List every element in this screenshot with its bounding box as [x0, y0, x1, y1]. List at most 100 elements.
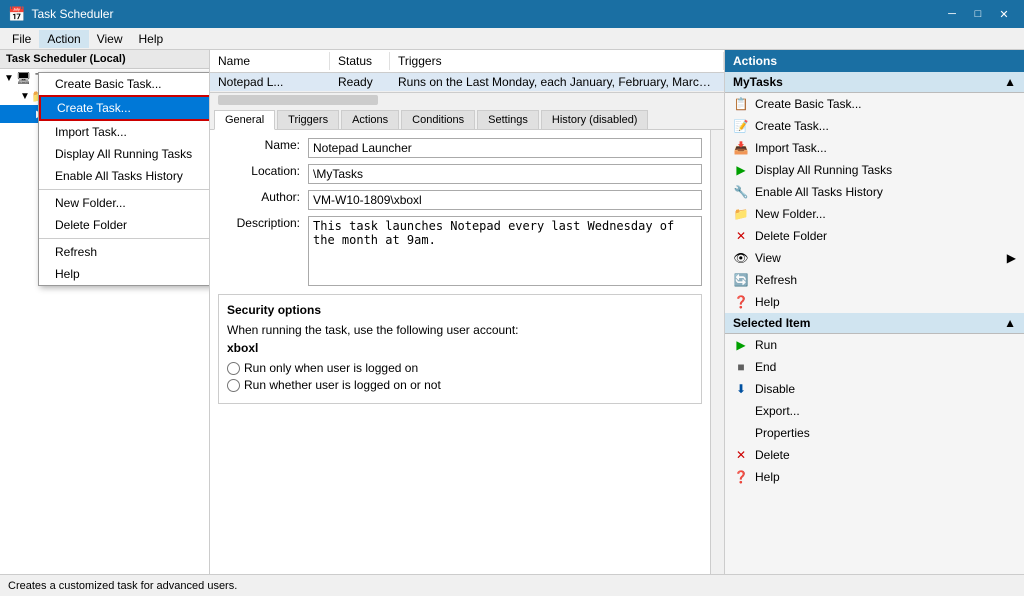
help-mytasks-icon: ❓ — [733, 294, 749, 310]
run-icon: ▶ — [733, 337, 749, 353]
title-bar-left: 📅 Task Scheduler — [8, 6, 113, 23]
collapse-icon[interactable]: ▲ — [1004, 75, 1016, 89]
action-disable[interactable]: ⬇ Disable — [725, 378, 1024, 400]
import-task-icon: 📥 — [733, 140, 749, 156]
actions-section-mytasks: MyTasks ▲ — [725, 72, 1024, 93]
tabs-bar: General Triggers Actions Conditions Sett… — [210, 106, 724, 130]
computer-icon: 🖥 — [16, 71, 31, 85]
action-create-task-label: Create Task... — [755, 119, 829, 133]
menu-action[interactable]: Action — [39, 30, 88, 48]
menu-import-task[interactable]: Import Task... — [39, 121, 210, 143]
radio-logged-on[interactable]: Run only when user is logged on — [227, 361, 693, 375]
action-delete-folder[interactable]: ✕ Delete Folder — [725, 225, 1024, 247]
author-input[interactable] — [308, 190, 702, 210]
tree-header-label: Task Scheduler (Local) — [6, 53, 126, 65]
tab-settings[interactable]: Settings — [477, 110, 539, 129]
menu-enable-history[interactable]: Enable All Tasks History — [39, 165, 210, 187]
action-help-mytasks[interactable]: ❓ Help — [725, 291, 1024, 313]
tab-history[interactable]: History (disabled) — [541, 110, 649, 129]
menu-file[interactable]: File — [4, 30, 39, 48]
vertical-scrollbar[interactable] — [710, 130, 724, 574]
action-new-folder[interactable]: 📁 New Folder... — [725, 203, 1024, 225]
maximize-button[interactable]: □ — [966, 4, 990, 24]
title-bar-title: Task Scheduler — [31, 7, 113, 21]
action-refresh[interactable]: 🔄 Refresh — [725, 269, 1024, 291]
col-name: Name — [210, 52, 330, 70]
end-icon: ■ — [733, 359, 749, 375]
menu-help[interactable]: Help — [131, 30, 172, 48]
collapse-selected-icon[interactable]: ▲ — [1004, 316, 1016, 330]
main-layout: Task Scheduler (Local) ▼ 🖥 Ta... ▼ 📁 Ta.… — [0, 50, 1024, 574]
action-create-task[interactable]: 📝 Create Task... — [725, 115, 1024, 137]
radio-whether-logged-on[interactable]: Run whether user is logged on or not — [227, 378, 693, 392]
action-display-running-label: Display All Running Tasks — [755, 163, 892, 177]
new-folder-icon: 📁 — [733, 206, 749, 222]
separator-1 — [39, 189, 210, 190]
action-new-folder-label: New Folder... — [755, 207, 826, 221]
action-properties-label: Properties — [755, 426, 810, 440]
tab-general[interactable]: General — [214, 110, 275, 130]
menu-create-basic[interactable]: Create Basic Task... — [39, 73, 210, 95]
action-create-basic[interactable]: 📋 Create Basic Task... — [725, 93, 1024, 115]
menu-new-folder[interactable]: New Folder... — [39, 192, 210, 214]
description-textarea[interactable]: This task launches Notepad every last We… — [308, 216, 702, 286]
horizontal-scrollbar[interactable] — [210, 92, 724, 106]
action-end-label: End — [755, 360, 776, 374]
status-bar: Creates a customized task for advanced u… — [0, 574, 1024, 596]
enable-history-icon: 🔧 — [733, 184, 749, 200]
action-enable-history[interactable]: 🔧 Enable All Tasks History — [725, 181, 1024, 203]
action-run-label: Run — [755, 338, 777, 352]
action-help-selected[interactable]: ❓ Help — [725, 466, 1024, 488]
action-end[interactable]: ■ End — [725, 356, 1024, 378]
menu-display-running[interactable]: Display All Running Tasks — [39, 143, 210, 165]
action-create-basic-label: Create Basic Task... — [755, 97, 862, 111]
tree-arrow: ▼ — [4, 73, 14, 84]
action-delete[interactable]: ✕ Delete — [725, 444, 1024, 466]
selected-section-label: Selected Item — [733, 316, 810, 330]
action-import-task-label: Import Task... — [755, 141, 827, 155]
radio-whether-logged-on-label: Run whether user is logged on or not — [244, 378, 441, 392]
menu-delete-folder[interactable]: Delete Folder — [39, 214, 210, 236]
menu-create-task[interactable]: Create Task... — [39, 95, 210, 121]
right-panel: Actions MyTasks ▲ 📋 Create Basic Task...… — [724, 50, 1024, 574]
tree-arrow-2: ▼ — [20, 91, 30, 102]
security-title: Security options — [227, 303, 693, 317]
action-delete-label: Delete — [755, 448, 790, 462]
title-bar-controls: ─ □ ✕ — [940, 4, 1016, 24]
radio-logged-on-label: Run only when user is logged on — [244, 361, 418, 375]
close-button[interactable]: ✕ — [992, 4, 1016, 24]
minimize-button[interactable]: ─ — [940, 4, 964, 24]
title-bar: 📅 Task Scheduler ─ □ ✕ — [0, 0, 1024, 28]
location-input[interactable] — [308, 164, 702, 184]
cell-triggers: Runs on the Last Monday, each January, F… — [390, 73, 724, 91]
action-run[interactable]: ▶ Run — [725, 334, 1024, 356]
action-help-mytasks-label: Help — [755, 295, 780, 309]
location-row: Location: — [218, 164, 702, 184]
delete-icon: ✕ — [733, 447, 749, 463]
menu-help[interactable]: Help — [39, 263, 210, 285]
menu-view[interactable]: View — [89, 30, 131, 48]
tab-actions[interactable]: Actions — [341, 110, 399, 129]
tab-triggers[interactable]: Triggers — [277, 110, 339, 129]
view-arrow-icon: ▶ — [1007, 251, 1016, 265]
export-icon — [733, 403, 749, 419]
action-display-running[interactable]: ▶ Display All Running Tasks — [725, 159, 1024, 181]
name-input[interactable] — [308, 138, 702, 158]
action-export[interactable]: Export... — [725, 400, 1024, 422]
action-help-selected-label: Help — [755, 470, 780, 484]
name-row: Name: — [218, 138, 702, 158]
mytasks-section-label: MyTasks — [733, 75, 783, 89]
action-properties[interactable]: Properties — [725, 422, 1024, 444]
action-import-task[interactable]: 📥 Import Task... — [725, 137, 1024, 159]
action-view[interactable]: 👁 View ▶ — [725, 247, 1024, 269]
details-scroll-container: Name: Location: Author: Description: Thi… — [210, 130, 724, 574]
action-disable-label: Disable — [755, 382, 795, 396]
menu-refresh[interactable]: Refresh — [39, 241, 210, 263]
table-row[interactable]: Notepad L... Ready Runs on the Last Mond… — [210, 73, 724, 92]
view-icon: 👁 — [733, 250, 749, 266]
tab-conditions[interactable]: Conditions — [401, 110, 475, 129]
refresh-icon: 🔄 — [733, 272, 749, 288]
app-icon: 📅 — [8, 6, 25, 23]
actions-section-selected: Selected Item ▲ — [725, 313, 1024, 334]
col-triggers: Triggers — [390, 52, 724, 70]
